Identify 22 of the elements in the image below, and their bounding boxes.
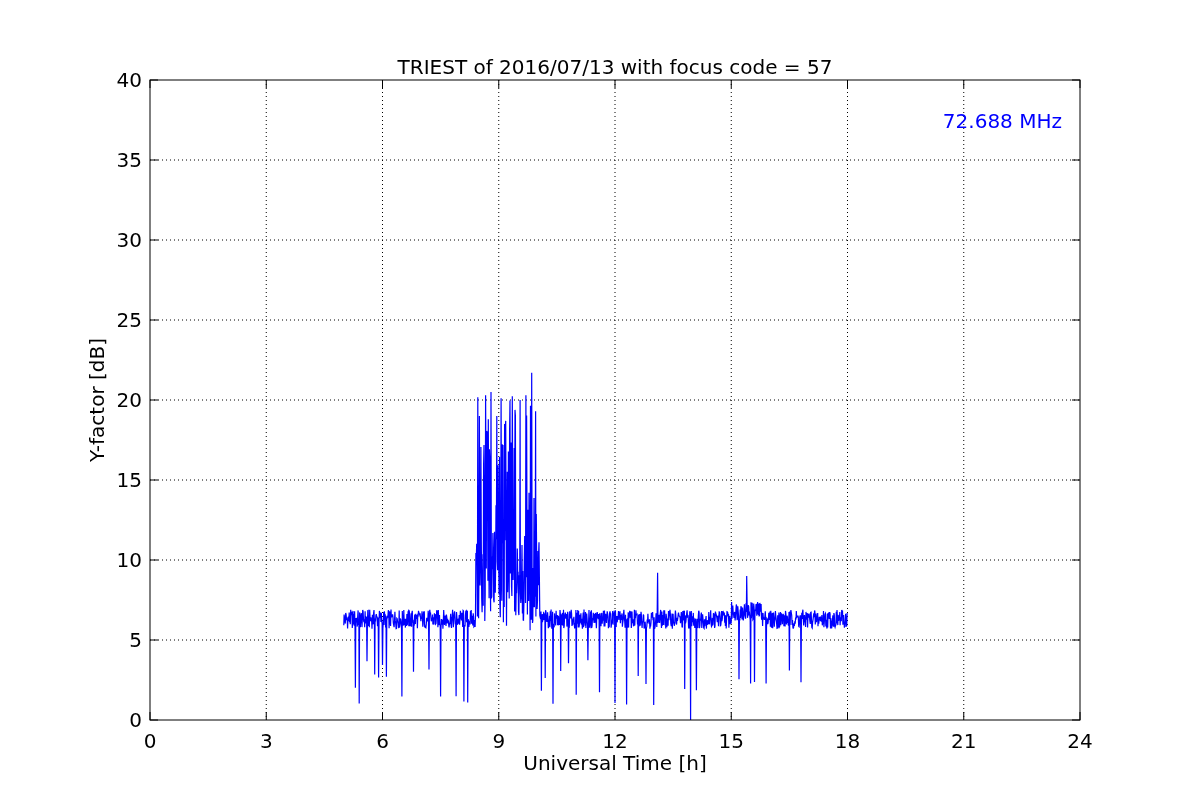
y-tick-label: 0: [129, 708, 142, 732]
frequency-label: 72.688 MHz: [942, 109, 1062, 133]
y-tick-label: 5: [129, 628, 142, 652]
x-tick-label: 6: [376, 729, 389, 753]
x-tick-label: 24: [1067, 729, 1093, 753]
y-tick-label: 35: [116, 148, 142, 172]
y-tick-label: 15: [116, 468, 142, 492]
x-tick-label: 3: [259, 729, 273, 753]
y-tick-label: 10: [116, 548, 142, 572]
chart-title: TRIEST of 2016/07/13 with focus code = 57: [397, 55, 833, 79]
x-tick-label: 0: [143, 729, 157, 753]
y-tick-label: 25: [116, 308, 142, 332]
x-tick-label: 12: [602, 729, 628, 753]
x-tick-label: 21: [951, 729, 977, 753]
y-tick-label: 20: [116, 388, 142, 412]
x-axis-label: Universal Time [h]: [523, 751, 707, 775]
x-tick-label: 9: [492, 729, 506, 753]
x-tick-label: 18: [834, 729, 861, 753]
x-tick-label: 15: [718, 729, 744, 753]
y-tick-label: 40: [116, 68, 142, 92]
y-axis-label: Y-factor [dB]: [85, 338, 109, 462]
y-tick-label: 30: [116, 228, 142, 252]
